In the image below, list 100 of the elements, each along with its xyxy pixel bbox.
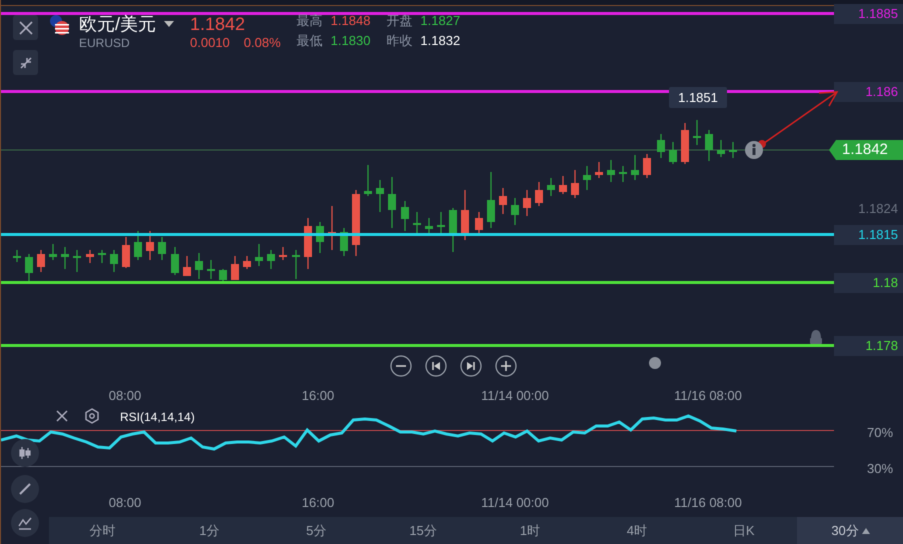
stat-value: 1.1832	[420, 34, 460, 48]
candle	[475, 212, 483, 236]
currency-flags-icon	[49, 14, 69, 36]
pencil-icon	[17, 481, 33, 497]
scroll-dot-icon[interactable]	[648, 356, 662, 370]
price-change-percent: 0.08%	[244, 36, 281, 50]
pair-title[interactable]: 欧元/美元	[79, 12, 156, 36]
price-line[interactable]	[1, 90, 834, 93]
zoom-out-icon[interactable]	[390, 355, 412, 377]
candle	[49, 244, 57, 260]
stat-value: 1.1830	[330, 34, 370, 48]
price-label: 1.18	[834, 273, 903, 293]
candle	[619, 166, 627, 182]
dropdown-caret-icon[interactable]	[164, 21, 174, 27]
candle	[376, 180, 384, 212]
collapse-button[interactable]	[13, 50, 38, 75]
level-label: 70%	[867, 424, 894, 442]
stat-label: 最高	[296, 14, 323, 28]
stat-value: 1.1827	[420, 14, 460, 28]
close-icon	[18, 20, 32, 34]
candle	[705, 130, 713, 161]
time-label: 11/14 00:00	[481, 494, 549, 512]
candle	[437, 212, 445, 236]
candle	[110, 250, 118, 272]
time-label: 11/16 08:00	[674, 494, 742, 512]
candle	[413, 212, 421, 235]
settings-icon[interactable]	[84, 408, 100, 424]
candle	[631, 155, 639, 180]
candle	[643, 154, 651, 178]
candle	[559, 176, 567, 194]
candle	[681, 123, 689, 164]
indicator-label: RSI(14,14,14)	[120, 409, 195, 426]
candle	[37, 250, 45, 272]
price-tooltip: 1.1851	[669, 87, 727, 108]
axis-label: 1.1824	[857, 200, 899, 218]
candle	[279, 247, 287, 260]
time-label: 08:00	[108, 387, 142, 405]
candle	[158, 237, 166, 260]
candle	[717, 140, 725, 157]
time-label: 16:00	[302, 494, 334, 512]
info-icon[interactable]	[744, 140, 764, 160]
candle	[207, 260, 215, 279]
tool-button[interactable]	[11, 439, 39, 467]
candle	[61, 247, 69, 269]
candle	[292, 250, 300, 279]
price-label: 1.1815	[834, 225, 903, 245]
candle	[595, 162, 603, 178]
candle	[729, 142, 737, 158]
level-label: 30%	[867, 460, 894, 478]
candle	[607, 160, 615, 182]
pair-symbol: EURUSD	[79, 36, 131, 50]
candle	[487, 172, 495, 228]
candle	[352, 190, 360, 256]
candlestick-icon	[17, 445, 33, 461]
candle	[86, 250, 94, 263]
trend-arrow-drawing[interactable]	[757, 89, 841, 151]
stat-value: 1.1848	[330, 14, 370, 28]
candle	[267, 250, 275, 269]
candle	[693, 120, 701, 145]
candle	[171, 247, 179, 275]
zoom-in-icon[interactable]	[495, 355, 517, 377]
stat-label: 最低	[296, 34, 323, 48]
skip-forward-icon[interactable]	[460, 355, 482, 377]
time-label: 08:00	[108, 494, 142, 512]
candle	[195, 253, 203, 279]
candle	[388, 177, 396, 228]
candle	[231, 256, 239, 280]
candle	[499, 188, 507, 214]
candle	[219, 269, 227, 281]
time-label: 11/14 00:00	[481, 387, 549, 405]
tool-button[interactable]	[11, 475, 39, 503]
price-label: 1.186	[834, 82, 903, 102]
candle	[449, 208, 457, 252]
skip-back-icon[interactable]	[425, 355, 447, 377]
candle	[669, 142, 677, 164]
time-label: 11/16 08:00	[674, 387, 742, 405]
candle	[146, 231, 154, 260]
stat-label: 昨收	[386, 34, 412, 48]
candle	[304, 218, 312, 269]
candle	[73, 250, 81, 272]
price-label: 1.1885	[834, 4, 903, 24]
price-change: 0.0010	[190, 36, 230, 50]
candle	[13, 250, 21, 262]
candle	[243, 256, 251, 269]
candle	[25, 254, 33, 281]
timeframe-tab[interactable]: 30分	[797, 517, 903, 544]
candle	[134, 231, 142, 260]
last-price: 1.1842	[190, 13, 246, 36]
price-label: 1.178	[834, 336, 903, 356]
close-icon[interactable]	[55, 409, 69, 423]
tool-button[interactable]	[11, 509, 39, 537]
line-chart-icon	[17, 515, 33, 531]
close-button[interactable]	[13, 15, 38, 40]
candle	[511, 198, 519, 225]
candle	[183, 256, 191, 276]
candle	[461, 190, 469, 240]
candle	[98, 250, 106, 263]
time-label: 16:00	[302, 387, 334, 405]
candle	[425, 218, 433, 236]
bell-icon[interactable]	[807, 328, 825, 346]
